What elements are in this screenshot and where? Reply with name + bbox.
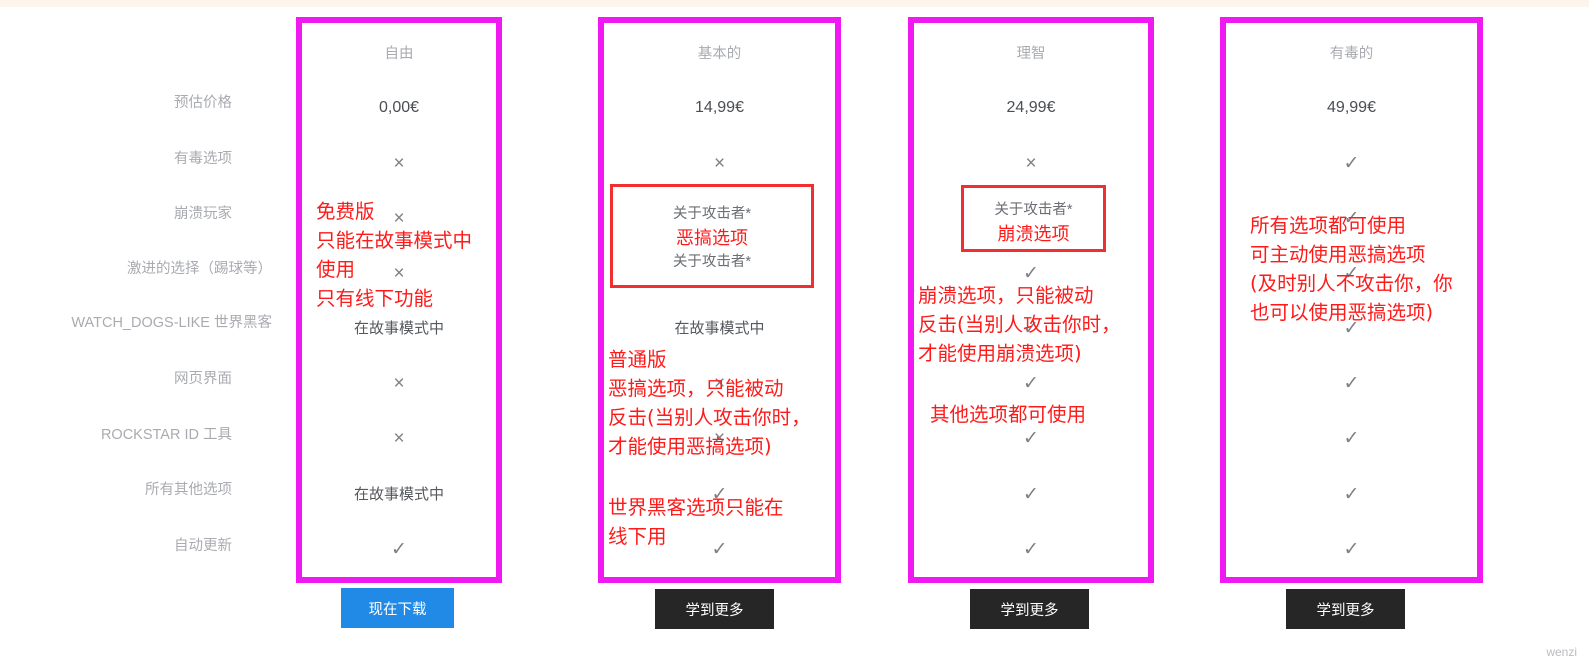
cell-toxic-rockstarid: ✓ bbox=[1343, 428, 1360, 449]
pricing-comparison-page: 预估价格 有毒选项 崩溃玩家 激进的选择（踢球等） WATCH_DOGS-LIK… bbox=[0, 0, 1589, 667]
annotation-box-sane-line1: 关于攻击者* bbox=[994, 202, 1073, 218]
plan-price-toxic: 49,99€ bbox=[1327, 99, 1376, 116]
cell-sane-web: ✓ bbox=[1023, 373, 1039, 394]
row-label-price: 预估价格 bbox=[174, 95, 232, 111]
row-label-world-hack: WATCH_DOGS-LIKE 世界黑客 bbox=[71, 315, 272, 331]
cell-free-autoupdate: ✓ bbox=[391, 539, 407, 560]
cell-free-rockstarid: × bbox=[393, 428, 405, 449]
cell-free-toxic: × bbox=[393, 153, 405, 174]
watermark-label: wenzi bbox=[1546, 645, 1577, 659]
cell-basic-worldhack: 在故事模式中 bbox=[674, 320, 765, 337]
annotation-free-column: 免费版 只能在故事模式中 使用 只有线下功能 bbox=[316, 200, 473, 310]
row-label-crash-players: 崩溃玩家 bbox=[174, 206, 232, 222]
annotation-box-basic-line1: 关于攻击者* bbox=[672, 206, 752, 222]
cell-toxic-allother: ✓ bbox=[1343, 484, 1360, 505]
cell-basic-toxic: × bbox=[713, 153, 726, 174]
plan-price-free: 0,00€ bbox=[378, 99, 420, 116]
top-band-decoration bbox=[0, 0, 1589, 7]
cta-learn-more-sane[interactable]: 学到更多 bbox=[970, 589, 1089, 629]
plan-name-sane: 理智 bbox=[1016, 46, 1046, 62]
cell-free-worldhack: 在故事模式中 bbox=[353, 320, 444, 337]
plan-name-basic: 基本的 bbox=[697, 46, 742, 62]
cta-learn-more-basic[interactable]: 学到更多 bbox=[655, 589, 774, 629]
cta-learn-more-toxic[interactable]: 学到更多 bbox=[1286, 589, 1405, 629]
cell-free-allother: 在故事模式中 bbox=[353, 486, 444, 503]
annotation-box-sane: 关于攻击者* 崩溃选项 bbox=[961, 185, 1106, 252]
annotation-toxic-all: 所有选项都可使用 可主动使用恶搞选项 (及时别人不攻击你，你 也可以使用恶搞选项… bbox=[1250, 214, 1453, 324]
annotation-sane-others: 其他选项都可使用 bbox=[930, 403, 1087, 426]
cell-sane-autoupdate: ✓ bbox=[1023, 539, 1039, 560]
cell-sane-rockstarid: ✓ bbox=[1023, 428, 1039, 449]
annotation-box-sane-line2: 崩溃选项 bbox=[997, 224, 1070, 244]
row-label-web-interface: 网页界面 bbox=[174, 371, 232, 387]
row-label-all-other: 所有其他选项 bbox=[145, 482, 232, 498]
cell-toxic-toxic: ✓ bbox=[1343, 153, 1360, 174]
row-label-rockstar-id-tool: ROCKSTAR ID 工具 bbox=[100, 427, 232, 443]
cta-download-now[interactable]: 现在下载 bbox=[341, 588, 454, 628]
plan-name-toxic: 有毒的 bbox=[1329, 46, 1374, 62]
cell-sane-allother: ✓ bbox=[1023, 484, 1039, 505]
annotation-basic-worldhack: 世界黑客选项只能在 线下用 bbox=[608, 496, 784, 548]
plan-price-sane: 24,99€ bbox=[1006, 99, 1056, 116]
plan-price-basic: 14,99€ bbox=[695, 99, 744, 116]
annotation-box-basic: 关于攻击者* 恶搞选项 关于攻击者* bbox=[610, 184, 814, 288]
cell-free-web: × bbox=[393, 373, 405, 394]
cell-sane-toxic: × bbox=[1025, 153, 1037, 174]
row-label-radical-choice: 激进的选择（踢球等） bbox=[127, 261, 272, 277]
row-label-toxic-options: 有毒选项 bbox=[174, 151, 232, 167]
annotation-box-basic-line2: 恶搞选项 bbox=[676, 228, 748, 248]
annotation-box-basic-line3: 关于攻击者* bbox=[672, 254, 752, 270]
annotation-sane-crash: 崩溃选项，只能被动 反击(当别人攻击你时， 才能使用崩溃选项) bbox=[918, 284, 1121, 365]
cell-toxic-autoupdate: ✓ bbox=[1343, 539, 1360, 560]
cell-toxic-web: ✓ bbox=[1343, 373, 1360, 394]
plan-name-free: 自由 bbox=[384, 46, 414, 62]
row-label-auto-update: 自动更新 bbox=[174, 538, 232, 554]
annotation-basic-prank: 普通版 恶搞选项，只能被动 反击(当别人攻击你时， 才能使用恶搞选项) bbox=[608, 348, 811, 458]
